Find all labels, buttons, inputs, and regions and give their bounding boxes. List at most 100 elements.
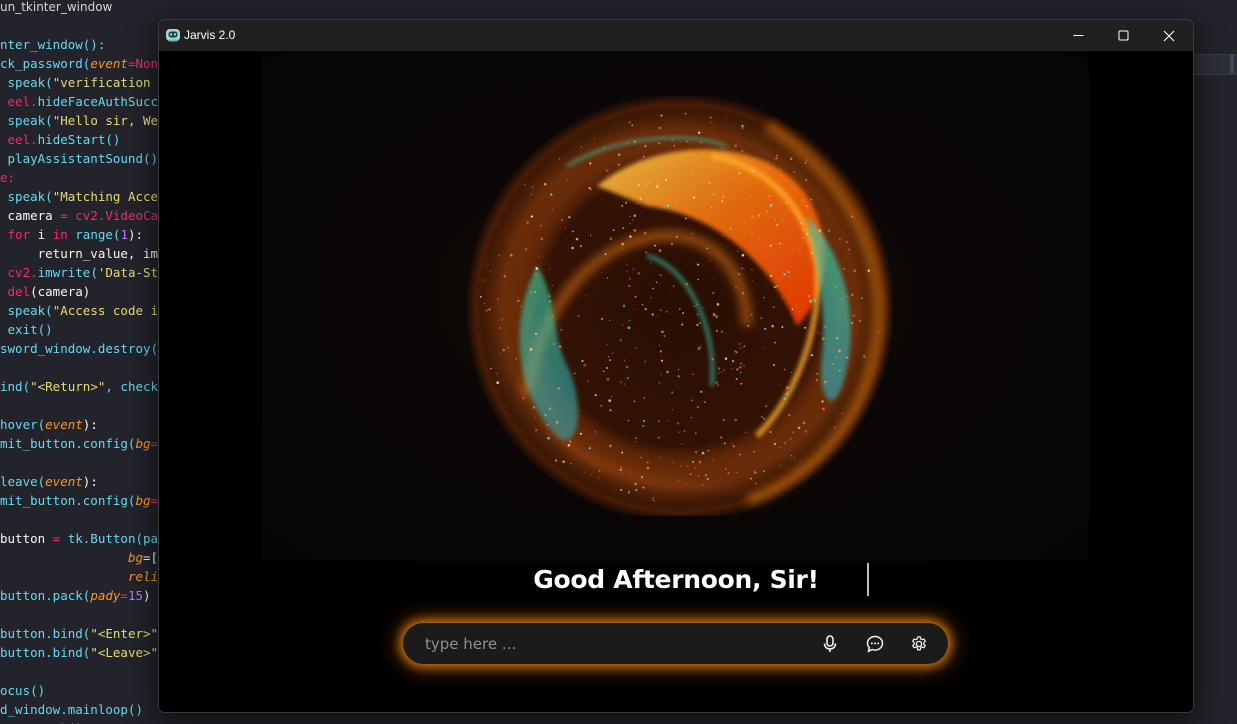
orb-particle [767, 161, 770, 164]
orb-particle [859, 320, 862, 323]
orb-particle [546, 424, 549, 426]
orb-particle [607, 355, 610, 358]
maximize-button[interactable] [1100, 20, 1146, 51]
orb-particle [766, 197, 770, 200]
orb-particle [768, 194, 771, 197]
orb-particle [850, 293, 854, 297]
orb-particle [739, 453, 741, 456]
orb-particle [805, 232, 809, 236]
orb-particle [724, 455, 726, 457]
orb-particle [658, 126, 661, 130]
orb-particle [675, 200, 677, 203]
chat-button[interactable] [863, 632, 887, 656]
code-line: return_value, im [0, 244, 158, 263]
orb-particle [620, 488, 623, 492]
orb-particle [681, 323, 684, 326]
orb-particle [735, 286, 737, 289]
orb-particle [762, 296, 765, 299]
code-token: hover( [0, 417, 46, 432]
orb-particle [544, 361, 546, 363]
orb-particle [775, 157, 778, 160]
orb-particle [769, 244, 772, 248]
orb-particle [635, 488, 638, 491]
chat-input[interactable] [425, 623, 805, 664]
editor-scroll-marker[interactable] [1230, 54, 1234, 73]
orb-particle [594, 394, 597, 397]
orb-particle [770, 215, 772, 217]
orb-particle [775, 284, 779, 288]
orb-particle [617, 163, 620, 166]
orb-particle [653, 499, 655, 502]
orb-particle [483, 302, 486, 305]
orb-particle [558, 345, 562, 348]
orb-particle [550, 193, 553, 196]
gear-icon [912, 636, 926, 651]
code-token: "<Leave>" [90, 645, 159, 660]
orb-particle [791, 308, 794, 311]
orb-particle [785, 201, 788, 204]
orb-particle [717, 384, 719, 386]
orb-particle [740, 382, 743, 385]
orb-particle [644, 232, 647, 235]
orb-particle [838, 369, 841, 372]
orb-particle [493, 356, 495, 358]
orb-particle [770, 203, 773, 205]
orb-particle [722, 195, 725, 198]
orb-particle [701, 451, 705, 455]
orb-particle [790, 455, 793, 457]
orb-particle [686, 140, 688, 143]
code-token: event [45, 474, 83, 489]
orb-particle [835, 336, 839, 340]
orb-particle [673, 285, 675, 287]
orb-particle [749, 195, 752, 198]
orb-particle [683, 191, 686, 195]
orb-particle [735, 471, 738, 474]
orb-particle [716, 303, 720, 306]
orb-particle [662, 205, 666, 209]
close-button[interactable] [1146, 20, 1192, 51]
orb-particle [660, 373, 662, 376]
orb-particle [789, 157, 793, 161]
orb-particle [585, 294, 587, 297]
orb-particle [860, 297, 863, 300]
orb-particle [805, 179, 808, 182]
orb-particle [609, 319, 611, 321]
orb-particle [649, 262, 651, 264]
orb-particle [533, 290, 537, 294]
orb-particle [672, 461, 675, 463]
orb-particle [771, 324, 774, 328]
orb-particle [700, 390, 703, 393]
orb-particle [629, 235, 632, 238]
orb-particle [659, 456, 661, 458]
orb-particle [738, 173, 740, 175]
orb-particle [691, 232, 693, 235]
orb-particle [655, 185, 659, 188]
orb-particle [667, 420, 669, 422]
orb-particle [666, 204, 670, 208]
orb-particle [496, 381, 500, 385]
code-token: = [150, 493, 159, 508]
window-titlebar[interactable]: Jarvis 2.0 [159, 20, 1193, 51]
orb-particle [778, 446, 781, 449]
orb-particle [620, 466, 622, 468]
orb-particle [698, 460, 702, 464]
orb-particle [501, 318, 503, 321]
orb-particle [551, 315, 554, 318]
orb-particle [622, 227, 625, 230]
mic-button[interactable] [818, 632, 842, 656]
orb-particle [720, 156, 724, 160]
settings-button[interactable] [907, 632, 931, 656]
orb-particle [686, 465, 689, 467]
minimize-button[interactable] [1055, 20, 1101, 51]
orb-particle [529, 291, 533, 294]
code-token: button [0, 531, 46, 546]
orb-particle [786, 392, 788, 395]
orb-particle [763, 470, 765, 473]
orb-particle [633, 308, 636, 311]
orb-particle [564, 227, 567, 229]
orb-particle [685, 283, 688, 286]
orb-particle [712, 291, 715, 295]
